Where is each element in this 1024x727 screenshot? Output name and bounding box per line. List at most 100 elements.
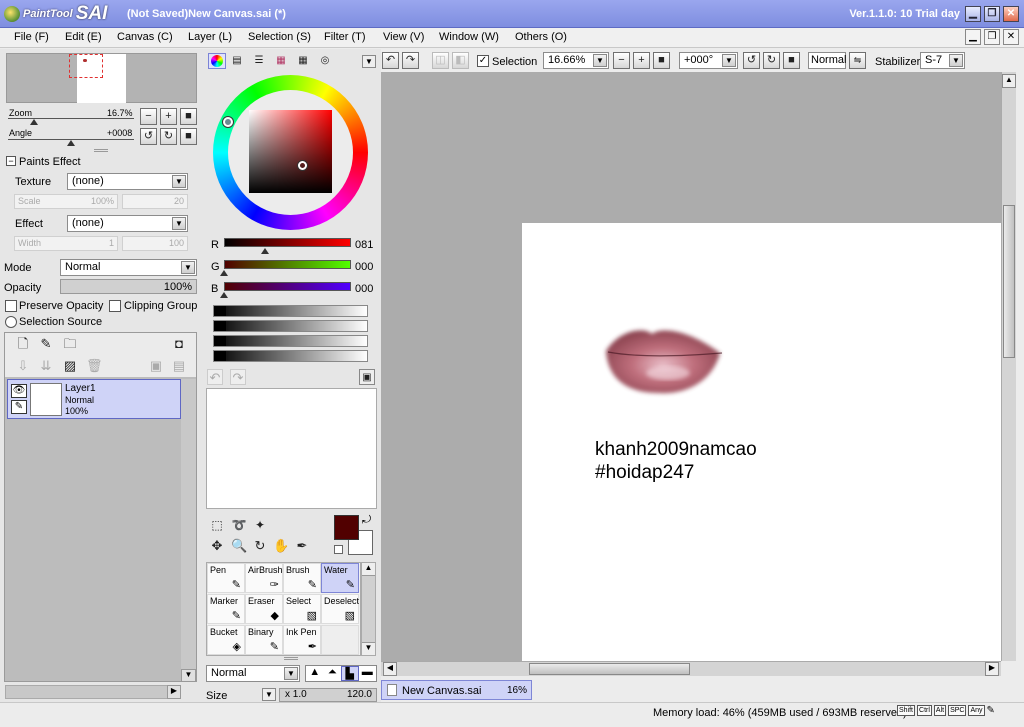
size-slider[interactable]: x 1.0 120.0 [279, 688, 377, 702]
saturation-value-square[interactable] [249, 110, 332, 193]
eyedropper-icon[interactable]: ✒ [294, 538, 310, 554]
color-wheel-tab[interactable] [208, 53, 226, 69]
shift-key-indicator[interactable]: Shift [897, 705, 916, 716]
canvas-rotate-left-button[interactable]: ↺ [743, 52, 760, 69]
move-icon[interactable]: ✥ [209, 538, 225, 554]
canvas-angle-select[interactable]: +000° ▼ [679, 52, 738, 69]
layer-horizontal-scrollbar[interactable] [5, 685, 181, 699]
delete-layer-icon[interactable]: 🗑 [86, 358, 103, 374]
hsv-slider-tab-icon[interactable]: ☰ [251, 53, 267, 69]
scroll-right-icon[interactable]: ▶ [985, 662, 999, 676]
sv-picker-handle[interactable] [298, 161, 307, 170]
any-key-indicator[interactable]: Any [968, 705, 985, 716]
zoom-tool-icon[interactable]: 🔍 [231, 538, 247, 554]
menu-canvas[interactable]: Canvas (C) [117, 31, 173, 43]
deselect-button[interactable]: ◫ [432, 52, 449, 69]
maximize-button[interactable]: ❐ [984, 6, 1000, 22]
hue-picker-handle[interactable] [223, 117, 233, 127]
effect-select[interactable]: (none) ▼ [67, 215, 188, 232]
canvas-zoom-reset-button[interactable]: ■ [653, 52, 670, 69]
gradient-bar-4[interactable] [213, 350, 368, 362]
menu-selection[interactable]: Selection (S) [248, 31, 311, 43]
swap-colors-icon[interactable]: ⤾ [362, 514, 371, 527]
tool-bucket[interactable]: Bucket ◈ [207, 625, 245, 655]
apply-mask-icon[interactable]: ▣ [148, 358, 164, 374]
canvas-zoom-select[interactable]: 16.66% ▼ [543, 52, 609, 69]
texture-select[interactable]: (none) ▼ [67, 173, 188, 190]
tool-eraser[interactable]: Eraser ◆ [245, 594, 283, 624]
ctrl-key-indicator[interactable]: Ctrl [917, 705, 932, 716]
merge-down-icon[interactable]: ⇊ [38, 358, 54, 374]
delete-mask-icon[interactable]: ▤ [171, 358, 187, 374]
tool-binary[interactable]: Binary ✎ [245, 625, 283, 655]
flip-horizontal-button[interactable]: ⇋ [849, 52, 866, 69]
close-button[interactable]: ✕ [1003, 6, 1019, 22]
tool-water[interactable]: Water ✎ [321, 563, 359, 593]
redo-swatch-icon[interactable]: ↷ [230, 369, 246, 385]
scratchpad-tab-icon[interactable]: ◎ [317, 53, 333, 69]
new-layer-icon[interactable]: 🗋 [15, 336, 31, 352]
mdi-close-button[interactable]: ✕ [1003, 29, 1019, 45]
canvas-horizontal-scrollbar[interactable]: ◀ ▶ [381, 661, 1001, 676]
new-folder-icon[interactable]: 🗀 [62, 336, 78, 352]
collapse-toggle-icon[interactable]: − [6, 156, 16, 166]
preserve-opacity-checkbox[interactable] [5, 300, 17, 312]
scroll-down-icon[interactable]: ▼ [362, 642, 375, 655]
layer-mode-select[interactable]: Normal ▼ [60, 259, 197, 276]
tool-brush[interactable]: Brush ✎ [283, 563, 321, 593]
space-key-indicator[interactable]: SPC [948, 705, 967, 716]
minimize-button[interactable]: ▁ [965, 6, 981, 22]
blue-slider-handle[interactable] [220, 292, 228, 298]
undo-button[interactable]: ↶ [382, 52, 399, 69]
tool-marker[interactable]: Marker ✎ [207, 594, 245, 624]
zoom-slider[interactable] [8, 118, 134, 119]
selection-source-radio[interactable] [5, 316, 17, 328]
green-slider[interactable] [224, 260, 351, 269]
swatches-tab-icon[interactable]: ▦ [295, 53, 311, 69]
gradient-bar-1[interactable] [213, 305, 368, 317]
zoom-slider-handle[interactable] [30, 119, 38, 125]
canvas-vertical-scrollbar[interactable]: ▲ [1001, 72, 1016, 661]
zoom-out-button[interactable]: − [140, 108, 157, 125]
tool-grid-scrollbar[interactable]: ▲ ▼ [361, 562, 376, 656]
tool-airbrush[interactable]: AirBrush ✑ [245, 563, 283, 593]
size-dropdown-icon[interactable]: ▼ [262, 688, 276, 701]
layer-mask-icon[interactable]: ◘ [171, 336, 187, 352]
canvas-zoom-out-button[interactable]: − [613, 52, 630, 69]
menu-filter[interactable]: Filter (T) [324, 31, 366, 43]
gradient-bar-3[interactable] [213, 335, 368, 347]
scroll-left-icon[interactable]: ◀ [383, 662, 397, 676]
scroll-right-icon[interactable]: ▶ [167, 685, 181, 699]
default-colors-icon[interactable] [334, 545, 343, 554]
undo-swatch-icon[interactable]: ↶ [207, 369, 223, 385]
rgb-slider-tab-icon[interactable]: ▤ [229, 53, 245, 69]
green-slider-handle[interactable] [220, 270, 228, 276]
invert-selection-button[interactable]: ◧ [452, 52, 469, 69]
scroll-up-icon[interactable]: ▲ [1002, 74, 1016, 88]
menu-view[interactable]: View (V) [383, 31, 424, 43]
visibility-eye-icon[interactable]: 👁 [11, 384, 27, 398]
edit-pen-icon[interactable]: ✎ [11, 400, 27, 414]
rotate-left-button[interactable]: ↺ [140, 128, 157, 145]
view-mode-select[interactable]: Normal [808, 52, 846, 69]
vertical-scroll-thumb[interactable] [1003, 205, 1015, 358]
panel-splitter[interactable] [284, 657, 298, 660]
brush-shape-hard-icon[interactable]: ▙ [340, 666, 359, 681]
rotate-right-button[interactable]: ↻ [160, 128, 177, 145]
gradient-bar-2[interactable] [213, 320, 368, 332]
document-tab[interactable]: New Canvas.sai 16% [381, 680, 532, 700]
layer-list-scrollbar[interactable] [181, 379, 196, 682]
hand-icon[interactable]: ✋ [273, 538, 289, 554]
lasso-icon[interactable]: ➰ [231, 517, 247, 533]
menu-window[interactable]: Window (W) [439, 31, 499, 43]
menu-file[interactable]: File (F) [14, 31, 49, 43]
selection-visible-checkbox[interactable]: ✓ [477, 55, 489, 67]
swatch-area[interactable] [206, 388, 377, 509]
mdi-restore-button[interactable]: ❐ [984, 29, 1000, 45]
menu-layer[interactable]: Layer (L) [188, 31, 232, 43]
magic-wand-icon[interactable]: ✦ [252, 517, 268, 533]
panel-menu-icon[interactable]: ▼ [362, 55, 376, 68]
swatch-menu-icon[interactable]: ▣ [359, 369, 375, 385]
transfer-down-icon[interactable]: ⇩ [15, 358, 31, 374]
opacity-slider[interactable]: 100% [60, 279, 197, 294]
